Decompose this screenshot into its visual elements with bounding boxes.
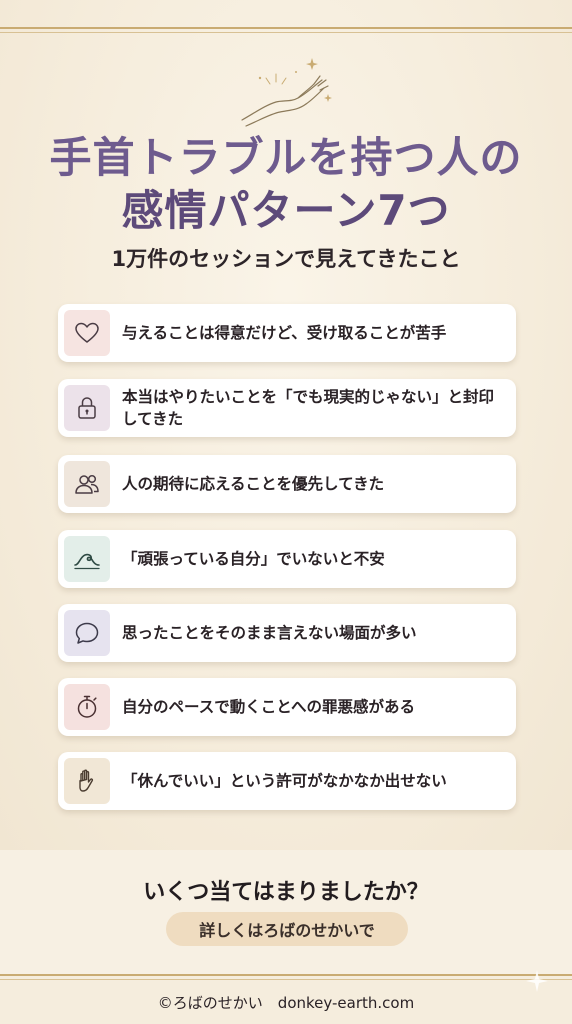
- item-label: 自分のペースで動くことへの罪悪感がある: [122, 698, 415, 716]
- stopwatch-icon: [77, 695, 97, 718]
- icon-box: [64, 461, 110, 507]
- top-gold-rule: [0, 27, 572, 29]
- icon-box: [64, 310, 110, 356]
- icon-box: [64, 610, 110, 656]
- list-item: 「休んでいい」という許可がなかなか出せない: [58, 752, 516, 810]
- item-label: 本当はやりたいことを「でも現実的じゃない」と封印してきた: [122, 388, 495, 428]
- icon-box: [64, 758, 110, 804]
- raised-hand-icon: [79, 769, 94, 792]
- cta-button[interactable]: 詳しくはろばのせかいで: [166, 912, 408, 946]
- title-line-1: 手首トラブルを持つ人の: [49, 133, 523, 182]
- item-label: 「休んでいい」という許可がなかなか出せない: [122, 772, 447, 790]
- list-item: 与えることは得意だけど、受け取ることが苦手: [58, 304, 516, 362]
- list-item: 自分のペースで動くことへの罪悪感がある: [58, 678, 516, 736]
- list-item: 「頑張っている自分」でいないと不安: [58, 530, 516, 588]
- subtitle: 1万件のセッションで見えてきたこと: [111, 247, 461, 271]
- list-item: 人の期待に応えることを優先してきた: [58, 455, 516, 513]
- speech-bubble-icon: [75, 622, 99, 644]
- list-item: 思ったことをそのまま言えない場面が多い: [58, 604, 516, 662]
- wave-icon: [74, 553, 100, 570]
- item-label: 思ったことをそのまま言えない場面が多い: [122, 624, 417, 642]
- icon-box: [64, 536, 110, 582]
- footer-copyright: ©ろばのせかい donkey-earth.com: [157, 994, 415, 1012]
- bottom-gold-rule: [0, 974, 572, 976]
- hand-illustration-icon: [241, 58, 332, 127]
- top-gold-rule-thin: [0, 32, 572, 33]
- bottom-gold-rule-thin: [0, 979, 572, 980]
- heart-icon: [75, 322, 99, 343]
- list-item: 本当はやりたいことを「でも現実的じゃない」と封印してきた: [58, 379, 516, 437]
- cta-question: いくつ当てはまりましたか？: [143, 880, 429, 905]
- item-label: 与えることは得意だけど、受け取ることが苦手: [122, 324, 447, 342]
- sparkle-icon: [526, 970, 548, 992]
- people-icon: [75, 474, 99, 494]
- item-label: 「頑張っている自分」でいないと不安: [122, 550, 385, 568]
- icon-box: [64, 684, 110, 730]
- title-line-2: 感情パターン7つ: [121, 186, 451, 235]
- lock-icon: [78, 397, 96, 419]
- icon-box: [64, 385, 110, 431]
- item-label: 人の期待に応えることを優先してきた: [122, 475, 385, 493]
